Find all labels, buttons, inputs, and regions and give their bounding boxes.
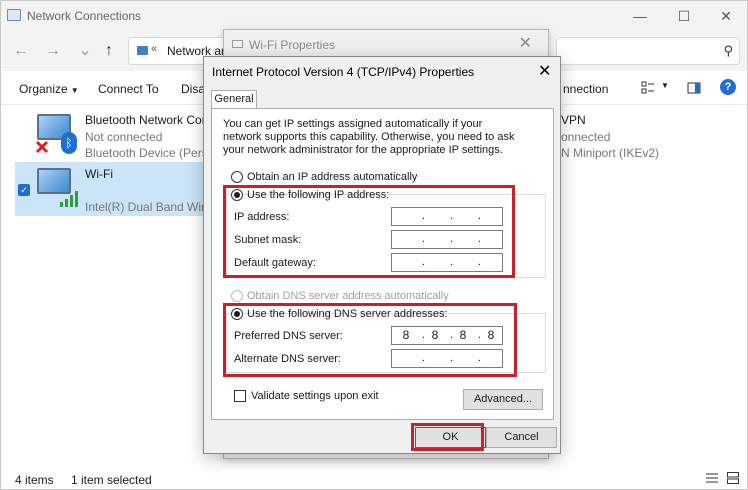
connection-button[interactable]: nnection [563, 82, 608, 96]
validate-settings-label[interactable]: Validate settings upon exit [251, 390, 379, 402]
preview-pane-icon[interactable] [687, 81, 701, 95]
selection-count: 1 item selected [71, 473, 152, 487]
subnet-mask-field[interactable]: . . . [391, 230, 503, 249]
ipv4-properties-dialog: Internet Protocol Version 4 (TCP/IPv4) P… [203, 56, 561, 454]
obtain-ip-automatically-label[interactable]: Obtain an IP address automatically [247, 171, 417, 183]
alternate-dns-field[interactable]: . . . [391, 349, 503, 368]
status-bar: 4 items 1 item selected [1, 467, 747, 489]
close-icon[interactable]: ✕ [538, 61, 551, 81]
octet: 8 [402, 328, 410, 342]
bluetooth-icon: ᛒ [61, 132, 77, 154]
signal-bars-icon [60, 191, 78, 207]
close-icon[interactable]: ✕ [519, 33, 532, 53]
selection-checkbox[interactable]: ✓ [18, 184, 30, 196]
use-following-dns-radio[interactable] [231, 308, 243, 320]
dialog-title: Internet Protocol Version 4 (TCP/IPv4) P… [212, 65, 475, 79]
octet: 8 [459, 328, 467, 342]
connection-name: VPN [561, 113, 586, 127]
tab-general[interactable]: General [211, 90, 257, 109]
connection-device: Bluetooth Device (Person [85, 146, 222, 160]
description-text: You can get IP settings assigned automat… [223, 118, 515, 156]
preferred-dns-field[interactable]: 8. 8. 8. 8 [391, 326, 503, 345]
use-following-dns-label[interactable]: Use the following DNS server addresses: [247, 308, 448, 320]
octet: 8 [487, 328, 495, 342]
obtain-dns-automatically-radio[interactable] [231, 290, 243, 302]
window-title: Network Connections [27, 9, 142, 23]
network-connections-icon [7, 9, 21, 21]
back-arrow-icon[interactable]: ← [9, 39, 33, 63]
help-icon[interactable]: ? [720, 79, 736, 95]
preferred-dns-label: Preferred DNS server: [234, 330, 343, 342]
control-panel-icon [137, 46, 148, 55]
list-item-wifi[interactable]: Wi-Fi Intel(R) Dual Band Wirele [15, 162, 225, 216]
dialog-title: Wi-Fi Properties [249, 38, 336, 52]
general-tab-panel: You can get IP settings assigned automat… [211, 108, 554, 420]
list-item-vpn[interactable]: VPN onnected N Miniport (IKEv2) [561, 108, 681, 162]
connection-name: Bluetooth Network Conn [85, 113, 216, 127]
maximize-icon[interactable]: ☐ [669, 5, 699, 27]
forward-arrow-icon[interactable]: → [41, 39, 65, 63]
subnet-mask-label: Subnet mask: [234, 234, 302, 246]
organize-button[interactable]: Organize ▼ [19, 82, 79, 96]
default-gateway-field[interactable]: . . . [391, 253, 503, 272]
ok-button[interactable]: OK [415, 427, 486, 448]
chevron-down-icon: ▼ [70, 86, 79, 95]
connection-device: Intel(R) Dual Band Wirele [85, 200, 222, 214]
default-gateway-label: Default gateway: [234, 257, 316, 269]
connection-name: Wi-Fi [85, 167, 113, 181]
change-view-icon[interactable] [641, 81, 655, 95]
ip-address-field[interactable]: . . . [391, 207, 503, 226]
obtain-dns-automatically-label[interactable]: Obtain DNS server address automatically [247, 290, 449, 302]
title-bar: Network Connections — ☐ ✕ [1, 1, 747, 31]
octet: 8 [431, 328, 439, 342]
up-arrow-icon[interactable]: ↑ [97, 39, 121, 63]
connection-status: onnected [561, 130, 611, 144]
item-count: 4 items [15, 473, 54, 487]
details-view-icon[interactable] [706, 472, 718, 484]
close-icon[interactable]: ✕ [711, 5, 741, 27]
organize-label: Organize [19, 82, 68, 96]
search-input[interactable]: ⚲ [556, 37, 740, 65]
connection-device: N Miniport (IKEv2) [561, 146, 660, 160]
connect-to-button[interactable]: Connect To [98, 82, 159, 96]
use-following-ip-label[interactable]: Use the following IP address: [247, 189, 389, 201]
cancel-button[interactable]: Cancel [486, 427, 557, 448]
advanced-button[interactable]: Advanced... [463, 389, 543, 410]
use-following-ip-radio[interactable] [231, 189, 243, 201]
validate-settings-checkbox[interactable] [234, 390, 246, 402]
list-item-bluetooth[interactable]: ᛒ Bluetooth Network Conn Not connected B… [15, 108, 221, 162]
recent-chevron-icon[interactable]: ⌄ [73, 39, 97, 63]
view-options-chevron-icon[interactable]: ▼ [661, 81, 669, 90]
minimize-icon[interactable]: — [625, 5, 655, 27]
network-icon [232, 40, 243, 48]
alternate-dns-label: Alternate DNS server: [234, 353, 341, 365]
search-icon[interactable]: ⚲ [723, 43, 733, 59]
connection-status: Not connected [85, 130, 163, 144]
ip-address-label: IP address: [234, 211, 290, 223]
disconnected-x-icon [35, 140, 49, 154]
tiles-view-icon[interactable] [727, 472, 739, 484]
breadcrumb-overflow[interactable]: « [151, 43, 157, 55]
obtain-ip-automatically-radio[interactable] [231, 171, 243, 183]
